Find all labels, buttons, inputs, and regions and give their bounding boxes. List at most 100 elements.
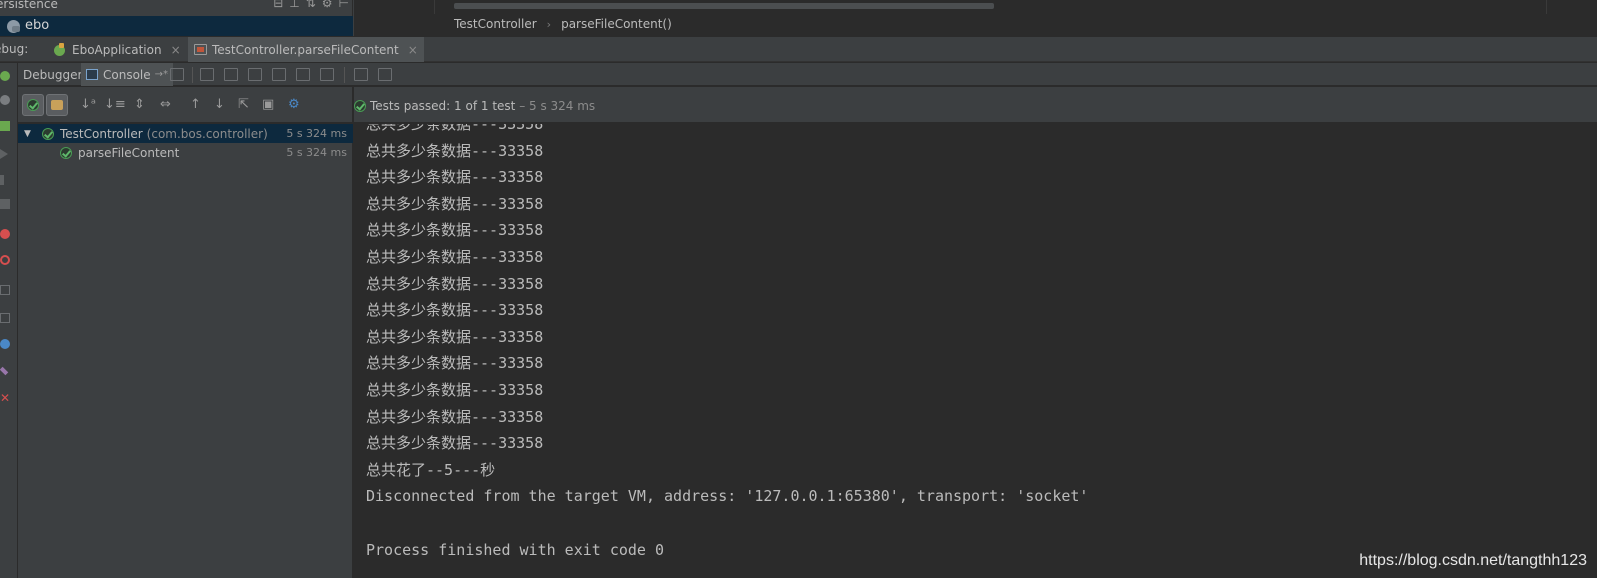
console-line: 总共多少条数据---33358 — [366, 194, 544, 213]
tab-test-controller[interactable]: TestController.parseFileContent × — [188, 37, 424, 62]
project-item-label: ebo — [25, 18, 50, 33]
play-icon[interactable] — [0, 149, 8, 159]
stop-icon[interactable] — [0, 199, 10, 209]
console-output[interactable]: 总共多少条数据---33358 总共多少条数据---33358 总共多少条数据---… — [354, 124, 1597, 578]
pin-icon[interactable] — [0, 366, 9, 376]
evaluate-expression-icon[interactable] — [354, 68, 368, 81]
test-class-name: TestController — [60, 126, 143, 141]
expand-arrow-icon[interactable]: ▼ — [24, 129, 34, 139]
pause-icon[interactable] — [0, 175, 4, 185]
expand-all-icon[interactable]: ⇕ — [134, 98, 145, 112]
step-out-icon[interactable] — [272, 68, 286, 81]
tab-console[interactable]: Console →* — [81, 63, 174, 86]
gear-icon[interactable]: ⚙ — [288, 98, 300, 112]
previous-failed-icon[interactable]: ↑ — [190, 98, 201, 112]
close-icon[interactable]: × — [171, 43, 181, 57]
breadcrumb-class[interactable]: TestController — [454, 17, 537, 31]
project-pane: ersistence ⊟ ⊥ ⇅ ⚙ ⊢ ebo — [0, 0, 353, 36]
breadcrumb-separator: › — [546, 17, 552, 31]
close-icon[interactable]: × — [408, 43, 418, 57]
run-to-cursor-icon[interactable] — [320, 68, 334, 81]
close-icon[interactable]: ✕ — [0, 392, 10, 404]
force-step-into-icon[interactable] — [248, 68, 262, 81]
tab-console-label: Console — [103, 67, 151, 82]
console-line: 总共花了--5---秒 — [366, 460, 496, 479]
console-line: 总共多少条数据---33358 — [366, 354, 544, 373]
show-ignored-button[interactable] — [46, 94, 68, 116]
test-passed-icon — [42, 127, 54, 140]
top-strip: ersistence ⊟ ⊥ ⇅ ⚙ ⊢ ebo TestController … — [0, 0, 1597, 36]
import-icon[interactable]: ▣ — [262, 98, 274, 112]
step-into-icon[interactable] — [224, 68, 238, 81]
console-pin-icon[interactable]: →* — [155, 69, 168, 80]
project-header-label: ersistence — [0, 0, 58, 11]
test-method-name: parseFileContent — [78, 145, 180, 160]
mute-breakpoints-icon[interactable] — [0, 255, 10, 265]
sort-duration-icon[interactable]: ↓≡ — [104, 98, 126, 112]
horizontal-scrollbar[interactable] — [454, 3, 994, 9]
step-over-icon[interactable] — [200, 68, 214, 81]
check-icon — [27, 99, 39, 111]
breadcrumb-method[interactable]: parseFileContent() — [561, 17, 672, 31]
show-execution-point-icon[interactable] — [170, 68, 184, 81]
console-icon — [86, 69, 98, 80]
scroll-to-icon[interactable]: ⊥ — [289, 0, 299, 9]
trace-icon[interactable] — [378, 68, 392, 81]
breadcrumb: TestController › parseFileContent() — [454, 17, 672, 31]
debugger-toolbar: Debugger Console →* — [18, 63, 1597, 86]
editor-top: TestController › parseFileContent() — [354, 0, 1597, 36]
tab-label: TestController.parseFileContent — [212, 42, 399, 57]
editor-right-margin — [1546, 0, 1547, 14]
test-duration: 5 s 324 ms — [286, 127, 347, 140]
tests-passed-text: Tests passed: 1 of 1 test – 5 s 324 ms — [370, 99, 596, 113]
toolbar-separator — [192, 67, 193, 83]
resume-icon[interactable] — [0, 95, 10, 105]
editor-gutter-line — [434, 0, 435, 14]
console-line: 总共多少条数据---33358 — [366, 168, 544, 187]
hide-icon[interactable]: ⊢ — [339, 0, 349, 9]
show-passed-button[interactable] — [22, 94, 44, 116]
console-line: 总共多少条数据---33358 — [366, 124, 544, 133]
tab-debugger[interactable]: Debugger — [18, 63, 87, 86]
tree-row-parse-file-content[interactable]: ▼ parseFileContent 5 s 324 ms — [18, 143, 353, 162]
test-tree: ▼ TestController (com.bos.controller) 5 … — [18, 124, 353, 578]
frames-icon[interactable] — [0, 285, 10, 295]
toolbar-separator — [344, 67, 345, 83]
tests-passed-icon — [354, 100, 366, 112]
sort-alpha-icon[interactable]: ↓ᵃ — [80, 98, 96, 112]
debug-side-toolbar: ✕ — [0, 63, 18, 578]
project-item-ebo[interactable]: ebo — [0, 16, 353, 36]
test-passed-icon — [60, 146, 72, 159]
project-tools: ⊟ ⊥ ⇅ ⚙ ⊢ — [273, 0, 349, 9]
console-line: 总共多少条数据---33358 — [366, 301, 544, 320]
export-icon[interactable]: ⇱ — [238, 98, 249, 112]
test-duration: 5 s 324 ms — [286, 146, 347, 159]
test-status-bar: Tests passed: 1 of 1 test – 5 s 324 ms — [354, 87, 1597, 123]
next-failed-icon[interactable]: ↓ — [214, 98, 225, 112]
drop-frame-icon[interactable] — [296, 68, 310, 81]
test-runner-toolbar: ↓ᵃ ↓≡ ⇕ ⇔ ↑ ↓ ⇱ ▣ ⚙ — [18, 87, 353, 123]
module-icon — [7, 20, 20, 33]
settings-icon[interactable] — [0, 339, 10, 349]
spring-boot-icon — [54, 43, 67, 56]
expand-icon[interactable]: ⇅ — [306, 0, 316, 9]
collapse-icon[interactable]: ⊟ — [273, 0, 283, 9]
project-header: ersistence ⊟ ⊥ ⇅ ⚙ ⊢ — [0, 0, 353, 14]
gear-icon[interactable]: ⚙ — [322, 0, 333, 9]
console-line: 总共多少条数据---33358 — [366, 274, 544, 293]
debug-icon[interactable] — [0, 121, 10, 131]
ignored-icon — [51, 100, 63, 110]
tree-row-test-controller[interactable]: ▼ TestController (com.bos.controller) 5 … — [18, 124, 353, 143]
console-line: 总共多少条数据---33358 — [366, 141, 544, 160]
collapse-all-icon[interactable]: ⇔ — [160, 98, 171, 112]
breakpoints-icon[interactable] — [0, 229, 10, 239]
console-line: Process finished with exit code 0 — [366, 540, 665, 559]
rerun-icon[interactable] — [0, 71, 10, 81]
layout-icon[interactable] — [0, 313, 10, 323]
debug-tab-bar: ebug: EboApplication × TestController.pa… — [0, 37, 1597, 62]
console-line: 总共多少条数据---33358 — [366, 380, 544, 399]
tab-ebo-application[interactable]: EboApplication × — [48, 37, 187, 62]
debug-label: ebug: — [0, 42, 29, 56]
tab-debugger-label: Debugger — [23, 67, 83, 82]
